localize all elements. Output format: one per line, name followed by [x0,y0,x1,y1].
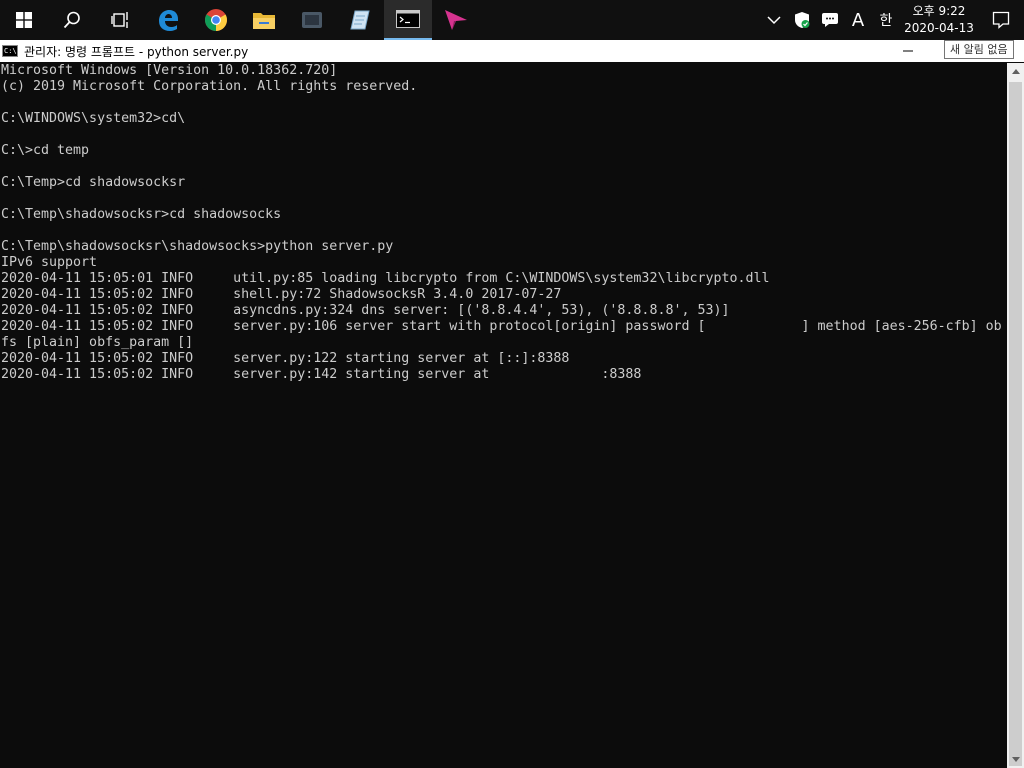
terminal-icon [396,10,420,28]
taskbar-file-explorer[interactable] [240,0,288,40]
console-line: 2020-04-11 15:05:01 INFO util.py:85 load… [1,271,770,286]
notification-tooltip: 새 알림 없음 [944,40,1014,59]
tray-overflow-button[interactable] [760,0,788,40]
start-button[interactable] [0,0,48,40]
console-line: Microsoft Windows [Version 10.0.18362.72… [1,63,338,78]
console-line: fs [plain] obfs_param [] [1,335,194,350]
console-line: 2020-04-11 15:05:02 INFO shell.py:72 Sha… [1,287,562,302]
taskbar-app-dark[interactable] [288,0,336,40]
clock-date: 2020-04-13 [904,21,974,35]
minimize-icon [903,50,913,52]
windows-logo-icon [16,12,32,28]
console-line: 2020-04-11 15:05:02 INFO server.py:122 s… [1,351,570,366]
console-output[interactable]: Microsoft Windows [Version 10.0.18362.72… [0,63,1007,768]
task-view-icon [111,12,128,28]
tray-chat[interactable] [816,0,844,40]
search-button[interactable] [48,0,96,40]
folder-icon [253,13,275,29]
console-line: C:\>cd temp [1,143,90,158]
clock-time: 오후 9:22 [912,4,966,18]
notification-icon [992,11,1010,29]
edge-icon [159,10,178,31]
tray-defender[interactable] [788,0,816,40]
ime-mode-indicator[interactable]: A [844,0,872,40]
dark-app-icon [302,12,322,28]
scroll-down-button[interactable] [1007,751,1024,768]
notepad-icon [350,10,370,30]
window-title-bar[interactable]: C:\ 관리자: 명령 프롬프트 - python server.py [0,40,1024,62]
console-line: 2020-04-11 15:05:02 INFO server.py:142 s… [1,367,642,382]
console-line: IPv6 support [1,255,98,270]
task-view-button[interactable] [96,0,144,40]
arrow-app-icon [445,10,467,30]
cmd-icon[interactable]: C:\ [2,45,18,57]
console-text: Microsoft Windows [Version 10.0.18362.72… [0,63,1007,383]
vertical-scrollbar[interactable] [1007,63,1024,768]
chevron-up-icon [767,16,781,25]
search-icon [63,11,80,29]
console-line: C:\Temp>cd shadowsocksr [1,175,186,190]
console-line: C:\Temp\shadowsocksr\shadowsocks>python … [1,239,394,254]
scroll-thumb[interactable] [1009,82,1022,766]
taskbar-app-notepad[interactable] [336,0,384,40]
system-tray: A 한 오후 9:22 2020-04-13 [760,0,1024,40]
taskbar-edge[interactable] [144,0,192,40]
taskbar-command-prompt[interactable] [384,0,432,40]
taskbar-app-arrow[interactable] [432,0,480,40]
shield-icon [795,12,810,28]
arrow-up-icon [1011,69,1020,74]
clock[interactable]: 오후 9:22 2020-04-13 [900,0,978,40]
chrome-icon [205,9,227,31]
console-line: C:\WINDOWS\system32>cd\ [1,111,186,126]
taskbar-chrome[interactable] [192,0,240,40]
chat-icon [822,13,838,27]
minimize-button[interactable] [894,40,922,62]
console-line: C:\Temp\shadowsocksr>cd shadowsocks [1,207,282,222]
ime-lang-indicator[interactable]: 한 [872,0,900,40]
window-title: 관리자: 명령 프롬프트 - python server.py [24,44,249,59]
console-line: 2020-04-11 15:05:02 INFO asyncdns.py:324… [1,303,730,318]
console-line: 2020-04-11 15:05:02 INFO server.py:106 s… [1,319,1002,334]
arrow-down-icon [1011,757,1020,762]
action-center-button[interactable] [978,0,1024,40]
console-line: (c) 2019 Microsoft Corporation. All righ… [1,79,418,94]
scroll-up-button[interactable] [1007,63,1024,80]
taskbar: A 한 오후 9:22 2020-04-13 [0,0,1024,40]
